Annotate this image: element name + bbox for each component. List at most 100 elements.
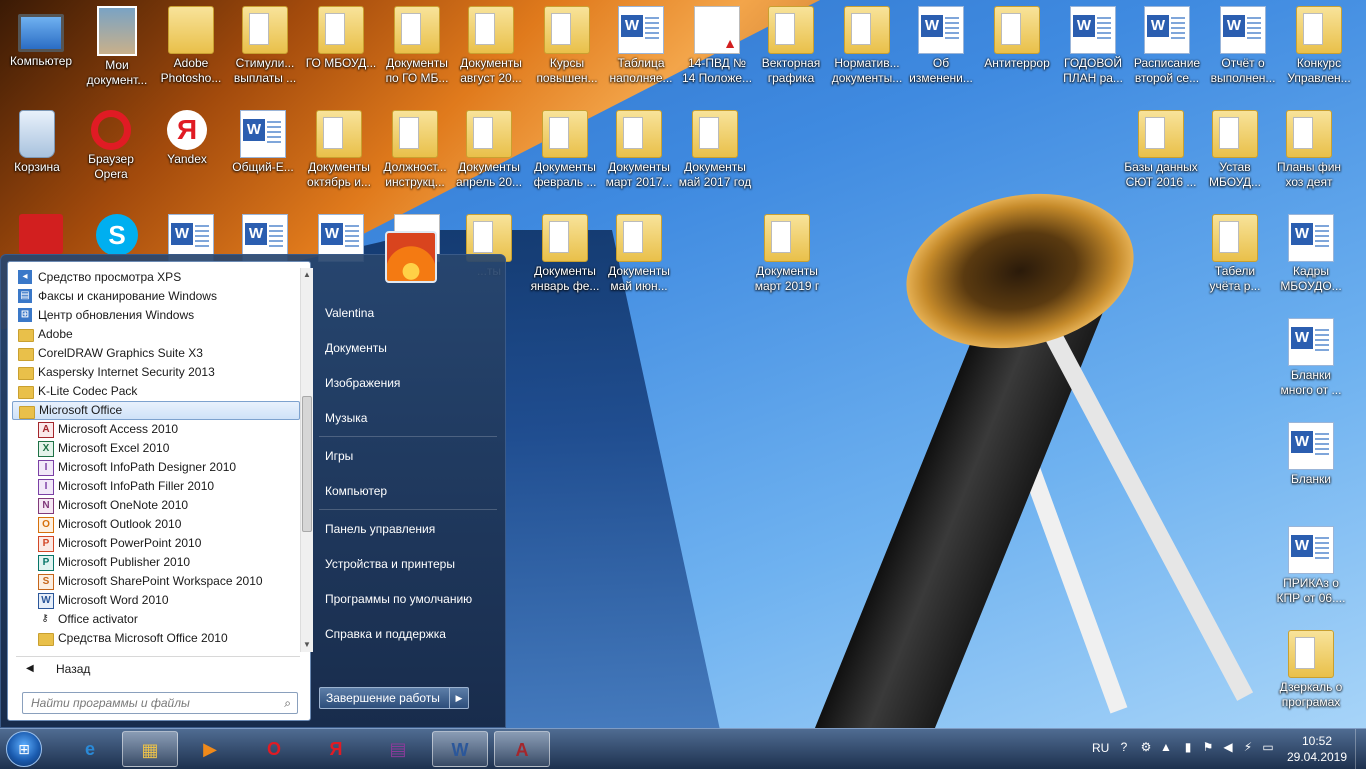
- settings-icon[interactable]: ⚙: [1138, 739, 1154, 755]
- desktop-icon[interactable]: Табели учёта р...: [1198, 214, 1272, 294]
- clock[interactable]: 10:52 29.04.2019: [1282, 733, 1352, 765]
- network-icon[interactable]: ⚡: [1240, 739, 1256, 755]
- start-menu-link[interactable]: Документы: [319, 336, 497, 360]
- program-list-scrollbar[interactable]: ▲ ▼: [300, 268, 313, 652]
- desktop-icon[interactable]: Курсы повышен...: [530, 6, 604, 86]
- search-input[interactable]: Найти программы и файлы ⌕: [22, 692, 298, 714]
- program-item[interactable]: P Microsoft PowerPoint 2010: [12, 534, 300, 553]
- search-icon[interactable]: ⌕: [284, 693, 291, 713]
- desktop-icon[interactable]: [4, 214, 78, 256]
- program-item[interactable]: S Microsoft SharePoint Workspace 2010: [12, 572, 300, 591]
- program-item[interactable]: ▤ Факсы и сканирование Windows: [12, 287, 300, 306]
- program-item[interactable]: N Microsoft OneNote 2010: [12, 496, 300, 515]
- desktop-icon[interactable]: S: [80, 214, 154, 258]
- desktop-icon[interactable]: Документы март 2017...: [602, 110, 676, 190]
- shutdown-options-arrow-icon[interactable]: ▶: [449, 688, 468, 708]
- desktop-icon[interactable]: Adobe Photosho...: [154, 6, 228, 86]
- program-item[interactable]: Kaspersky Internet Security 2013: [12, 363, 300, 382]
- start-button[interactable]: ⊞: [6, 731, 42, 767]
- desktop-icon[interactable]: Документы по ГО МБ...: [380, 6, 454, 86]
- show-desktop-button[interactable]: [1355, 729, 1366, 769]
- taskbar-media-player-button[interactable]: ▶: [182, 731, 238, 767]
- program-item[interactable]: Средства Microsoft Office 2010: [12, 629, 300, 648]
- user-avatar[interactable]: [385, 231, 437, 283]
- desktop-icon[interactable]: Дзеркаль о програмах: [1274, 630, 1348, 710]
- desktop-icon[interactable]: ПРИКАз о КПР от 06....: [1274, 526, 1348, 606]
- program-item[interactable]: ⚷ Office activator: [12, 610, 300, 629]
- desktop-icon[interactable]: ГО МБОУД...: [304, 6, 378, 71]
- program-item[interactable]: X Microsoft Excel 2010: [12, 439, 300, 458]
- program-item[interactable]: W Microsoft Word 2010: [12, 591, 300, 610]
- program-item[interactable]: ⊞ Центр обновления Windows: [12, 306, 300, 325]
- desktop-icon[interactable]: Конкурс Управлен...: [1282, 6, 1356, 86]
- program-item[interactable]: ◂ Средство просмотра XPS: [12, 268, 300, 287]
- start-menu-link[interactable]: Справка и поддержка: [319, 622, 497, 646]
- desktop-icon[interactable]: Документы март 2019 г: [750, 214, 824, 294]
- show-hidden-icons-icon[interactable]: ▲: [1158, 739, 1174, 755]
- shutdown-button[interactable]: Завершение работы ▶: [319, 687, 469, 709]
- start-menu-link[interactable]: Устройства и принтеры: [319, 552, 497, 576]
- desktop-icon[interactable]: Бланки много от ...: [1274, 318, 1348, 398]
- program-item[interactable]: A Microsoft Access 2010: [12, 420, 300, 439]
- power-icon[interactable]: ▭: [1260, 739, 1276, 755]
- desktop-icon[interactable]: Я Yandex: [150, 110, 224, 167]
- scroll-up-arrow-icon[interactable]: ▲: [301, 268, 313, 282]
- desktop-icon[interactable]: Мои документ...: [80, 6, 154, 88]
- desktop-icon[interactable]: Векторная графика: [754, 6, 828, 86]
- program-item[interactable]: Microsoft Office: [12, 401, 300, 420]
- desktop-icon[interactable]: Отчёт о выполнен...: [1206, 6, 1280, 86]
- scroll-down-arrow-icon[interactable]: ▼: [301, 638, 313, 652]
- desktop-icon[interactable]: Бланки: [1274, 422, 1348, 487]
- desktop-icon[interactable]: Корзина: [0, 110, 74, 175]
- desktop-icon[interactable]: Базы данных СЮТ 2016 ...: [1124, 110, 1198, 190]
- start-menu-link[interactable]: Панель управления: [319, 517, 497, 541]
- program-item[interactable]: P Microsoft Publisher 2010: [12, 553, 300, 572]
- taskbar-internet-explorer-button[interactable]: e: [62, 731, 118, 767]
- taskbar-access-button[interactable]: A: [494, 731, 550, 767]
- taskbar-opera-button[interactable]: O: [246, 731, 302, 767]
- start-menu-link[interactable]: Valentina: [319, 301, 497, 325]
- desktop-icon[interactable]: Документы август 20...: [454, 6, 528, 86]
- start-menu-link[interactable]: Музыка: [319, 406, 497, 430]
- volume-icon[interactable]: ◀: [1220, 739, 1236, 755]
- desktop-icon[interactable]: Таблица наполняе...: [604, 6, 678, 86]
- desktop-icon[interactable]: Должност... инструкц...: [378, 110, 452, 190]
- desktop-icon[interactable]: 14-ПВД № 14 Положе...: [680, 6, 754, 86]
- back-button[interactable]: ◀ Назад: [16, 658, 300, 680]
- start-menu-link[interactable]: Компьютер: [319, 479, 497, 503]
- desktop-icon[interactable]: Компьютер: [4, 6, 78, 69]
- desktop-icon[interactable]: Браузер Opera: [74, 110, 148, 182]
- language-indicator[interactable]: RU: [1092, 741, 1109, 755]
- action-center-flag-icon[interactable]: ⚑: [1200, 739, 1216, 755]
- program-item[interactable]: I Microsoft InfoPath Filler 2010: [12, 477, 300, 496]
- taskbar-windows-explorer-button[interactable]: ▦: [122, 731, 178, 767]
- program-item[interactable]: K-Lite Codec Pack: [12, 382, 300, 401]
- desktop-icon[interactable]: Документы май июн...: [602, 214, 676, 294]
- start-menu-link[interactable]: Программы по умолчанию: [319, 587, 497, 611]
- desktop-icon[interactable]: Документы апрель 20...: [452, 110, 526, 190]
- desktop-icon[interactable]: Норматив... документы...: [830, 6, 904, 86]
- desktop-icon[interactable]: Кадры МБОУДО...: [1274, 214, 1348, 294]
- desktop-icon[interactable]: Устав МБОУД...: [1198, 110, 1272, 190]
- help-icon[interactable]: ?: [1116, 739, 1132, 755]
- taskbar-yandex-button[interactable]: Я: [308, 731, 364, 767]
- program-item[interactable]: Adobe: [12, 325, 300, 344]
- desktop-icon[interactable]: Планы фин хоз деят: [1272, 110, 1346, 190]
- desktop-icon[interactable]: Стимули... выплаты ...: [228, 6, 302, 86]
- desktop-icon[interactable]: Документы январь фе...: [528, 214, 602, 294]
- desktop-icon[interactable]: ГОДОВОЙ ПЛАН ра...: [1056, 6, 1130, 86]
- device-icon[interactable]: ▮: [1180, 739, 1196, 755]
- start-menu-link[interactable]: Изображения: [319, 371, 497, 395]
- desktop-icon[interactable]: Общий-Е...: [226, 110, 300, 175]
- program-item[interactable]: I Microsoft InfoPath Designer 2010: [12, 458, 300, 477]
- program-item[interactable]: O Microsoft Outlook 2010: [12, 515, 300, 534]
- desktop-icon[interactable]: Документы февраль ...: [528, 110, 602, 190]
- start-menu-link[interactable]: Игры: [319, 444, 497, 468]
- scrollbar-thumb[interactable]: [302, 396, 312, 532]
- desktop-icon[interactable]: Документы октябрь и...: [302, 110, 376, 190]
- taskbar-winrar-button[interactable]: ▤: [370, 731, 426, 767]
- desktop-icon[interactable]: Документы май 2017 год: [678, 110, 752, 190]
- taskbar-word-button[interactable]: W: [432, 731, 488, 767]
- program-item[interactable]: CorelDRAW Graphics Suite X3: [12, 344, 300, 363]
- desktop-icon[interactable]: Расписание второй се...: [1130, 6, 1204, 86]
